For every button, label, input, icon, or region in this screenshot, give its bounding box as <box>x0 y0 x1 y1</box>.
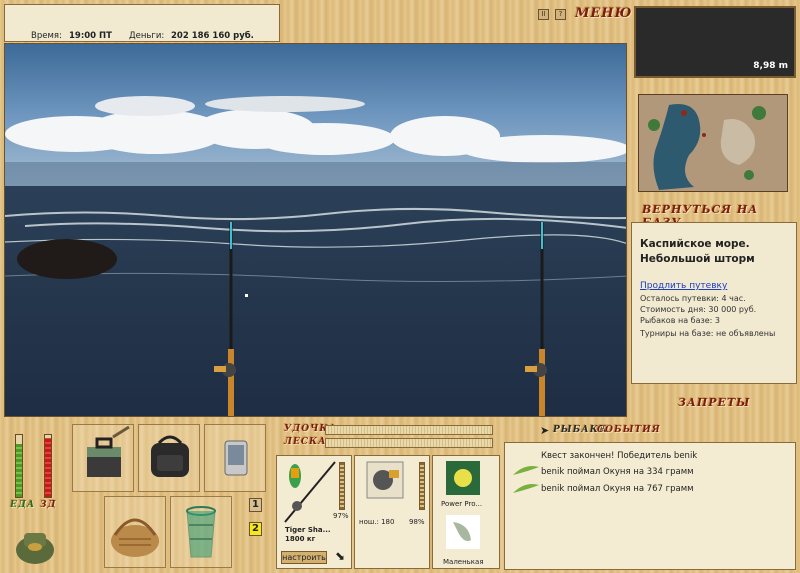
money-value: 202 186 160 руб. <box>171 31 254 41</box>
event-item: Квест закончен! Победитель benik <box>541 451 698 461</box>
depth-value: 8,98 m <box>753 61 788 71</box>
slot-page-1[interactable]: 1 <box>249 498 262 512</box>
tournaments-status: Турниры на базе: не объявлены <box>640 329 776 338</box>
backpack-icon <box>151 435 189 477</box>
bag-icon[interactable] <box>14 525 56 565</box>
cursor-arrow-icon: ➤ <box>540 424 550 437</box>
permit-remaining: Осталось путевки: 4 час. <box>640 294 746 303</box>
food-bar <box>15 434 23 498</box>
top-bar: Время: 19:00 ПТ Деньги: 202 186 160 руб.… <box>0 0 631 42</box>
money-label: Деньги: <box>129 31 165 41</box>
reel-wear-bar <box>419 462 425 510</box>
rock <box>17 239 117 279</box>
bans-button[interactable]: ЗАПРЕТЫ <box>678 396 750 409</box>
bait-name: Маленькая <box>443 558 484 566</box>
line-bait-box[interactable]: Power Pro... Маленькая <box>432 455 500 569</box>
health-bar <box>44 434 52 498</box>
phone-slot[interactable] <box>204 424 266 492</box>
scene-image <box>5 44 626 416</box>
bobber <box>245 294 248 297</box>
right-column: 8,98 m ВЕРНУТЬСЯ НА БАЗУ Каспийское море… <box>628 0 800 418</box>
reel-icon <box>366 461 404 499</box>
menu-button[interactable]: МЕНЮ <box>575 6 632 21</box>
location-info: Каспийское море. Небольшой шторм Продлит… <box>631 222 797 384</box>
tab-events[interactable]: СОБЫТИЯ <box>597 425 661 435</box>
tackle-box-icon <box>87 425 130 477</box>
reel-load: нош.: 180 <box>359 518 395 526</box>
configure-button[interactable]: настроить <box>281 551 327 564</box>
reel-box[interactable]: нош.: 180 98% <box>354 455 430 569</box>
rod-wear-bar <box>339 462 345 510</box>
help-button[interactable]: ? <box>555 9 566 20</box>
event-item: benik поймал Окуня на 334 грамм <box>541 467 694 477</box>
keepnet-icon <box>186 506 216 558</box>
time-value: 19:00 ПТ <box>69 31 112 41</box>
reel-percent: 98% <box>409 518 425 526</box>
info-box: Время: 19:00 ПТ Деньги: 202 186 160 руб. <box>4 4 280 42</box>
day-cost: Стоимость дня: 30 000 руб. <box>640 305 757 314</box>
rod-weight: 1800 кг <box>285 535 316 543</box>
location-title: Каспийское море. Небольшой шторм <box>640 238 755 265</box>
backpack-slot[interactable] <box>138 424 200 492</box>
basket-icon <box>111 518 159 557</box>
fish-icon <box>513 484 539 493</box>
rod-box[interactable]: 97% Tiger Sha... 1800 кг настроить ⬊ <box>276 455 352 569</box>
events-log: Квест закончен! Победитель benik benik п… <box>504 442 796 570</box>
line-tension-bar <box>325 438 493 448</box>
bait-icon <box>446 515 480 549</box>
map-image <box>639 95 787 191</box>
anglers-count: Рыбаков на базе: 3 <box>640 316 720 325</box>
event-item: benik поймал Окуня на 767 грамм <box>541 484 694 494</box>
rod-percent: 97% <box>333 512 349 520</box>
resize-arrow-icon[interactable]: ⬊ <box>335 549 345 563</box>
line-name: Power Pro... <box>441 500 483 508</box>
line-label: ЛЕСКА <box>284 437 327 447</box>
slot-page-2[interactable]: 2 <box>249 522 262 536</box>
bottom-panel: ЕДА ЗД 1 2 УДОЧКА ЛЕСКА 97% Tiger Sha...… <box>0 418 800 573</box>
rod-icon <box>284 461 336 523</box>
basket-slot[interactable] <box>104 496 166 568</box>
time-label: Время: <box>31 31 62 41</box>
pause-button[interactable]: II <box>538 9 549 20</box>
depth-display: 8,98 m <box>634 6 796 78</box>
health-label: ЗД <box>40 500 57 510</box>
fish-icon <box>513 466 539 475</box>
rod-name: Tiger Sha... <box>285 526 331 534</box>
line-spool-icon <box>446 461 480 495</box>
phone-icon <box>224 440 248 476</box>
fishing-scene[interactable] <box>4 43 627 417</box>
keepnet-slot[interactable] <box>170 496 232 568</box>
extend-permit-link[interactable]: Продлить путевку <box>640 281 727 291</box>
tackle-box-slot[interactable] <box>72 424 134 492</box>
lake-map[interactable] <box>638 94 788 192</box>
food-label: ЕДА <box>10 500 36 510</box>
rod-tension-bar <box>325 425 493 435</box>
